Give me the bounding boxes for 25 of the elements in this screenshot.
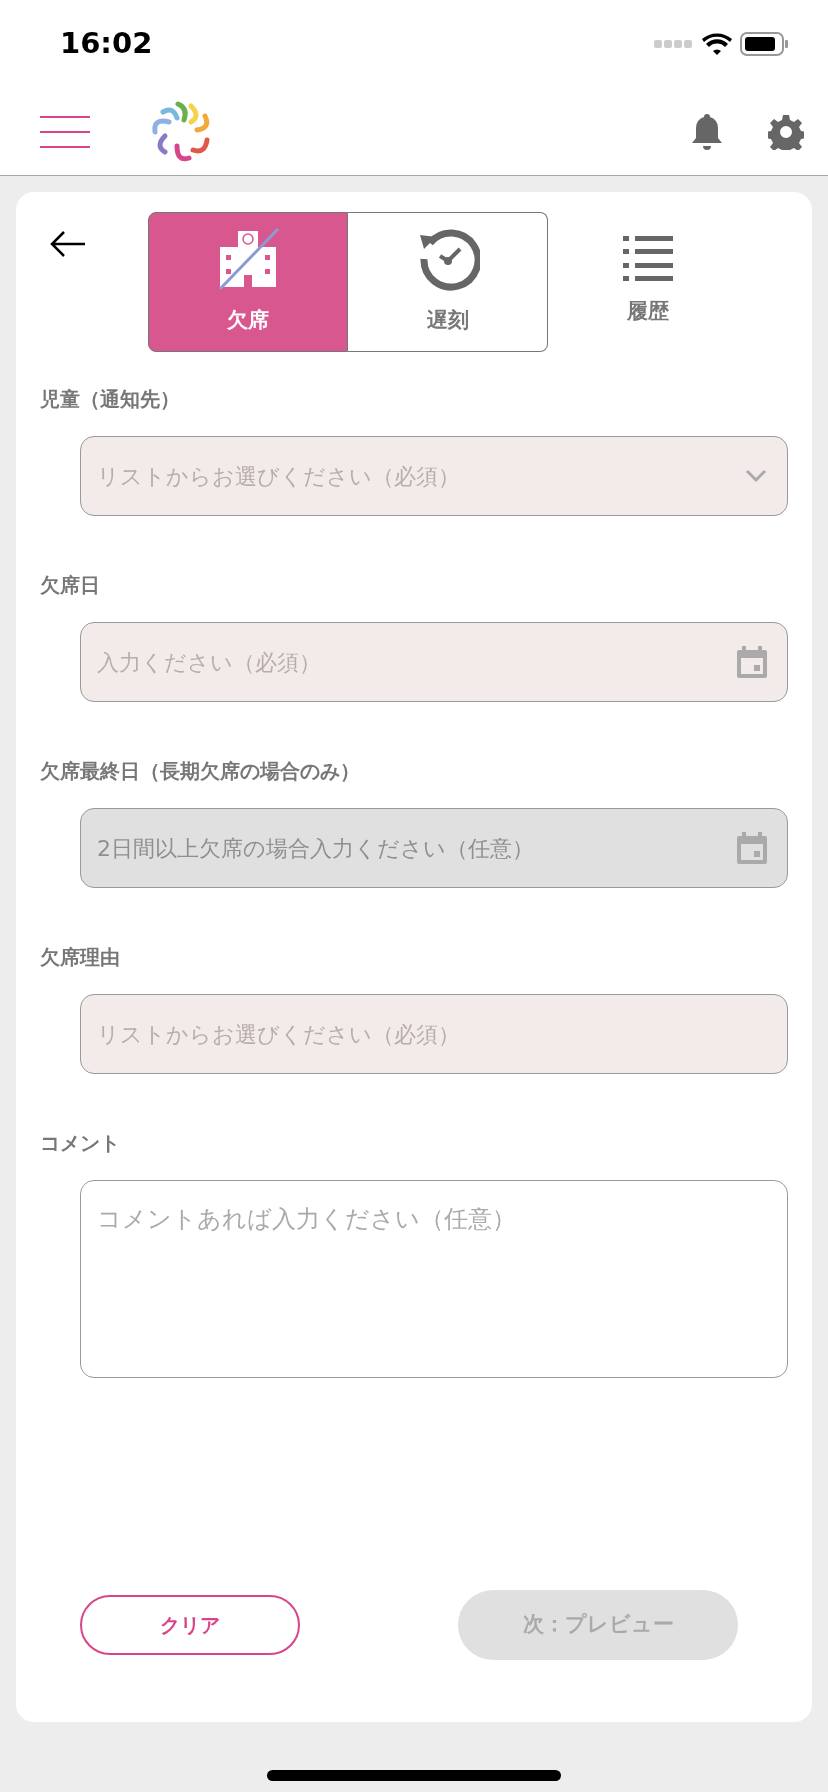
settings-icon[interactable] (768, 113, 804, 150)
date-field[interactable]: 入力ください（必須） (80, 622, 788, 702)
chevron-down-icon (745, 469, 767, 483)
select-field[interactable]: リストからお選びください（必須） (80, 436, 788, 516)
field-label: 欠席最終日（長期欠席の場合のみ） (40, 758, 361, 785)
field-label: コメント (40, 1130, 121, 1157)
wifi-icon (702, 33, 732, 55)
signal-icon (654, 39, 694, 49)
calendar-icon (737, 832, 767, 864)
clear-button[interactable]: クリア (80, 1595, 300, 1655)
school-crossed-icon (216, 227, 280, 292)
calendar-icon (737, 646, 767, 678)
field-label: 児童（通知先） (40, 386, 181, 413)
field-label: 欠席理由 (40, 944, 121, 971)
list-icon (623, 236, 673, 283)
battery-icon (740, 32, 788, 56)
comment-field[interactable]: コメントあれば入力ください（任意） (80, 1180, 788, 1378)
select-field[interactable]: リストからお選びください（必須） (80, 994, 788, 1074)
menu-icon[interactable] (40, 114, 90, 149)
status-time: 16:02 (60, 25, 153, 63)
bell-icon[interactable] (690, 111, 724, 152)
field-label: 欠席日 (40, 572, 101, 599)
tab[interactable]: 遅刻 (348, 212, 548, 352)
back-arrow-icon[interactable] (50, 230, 86, 258)
tab[interactable]: 欠席 (148, 212, 348, 352)
